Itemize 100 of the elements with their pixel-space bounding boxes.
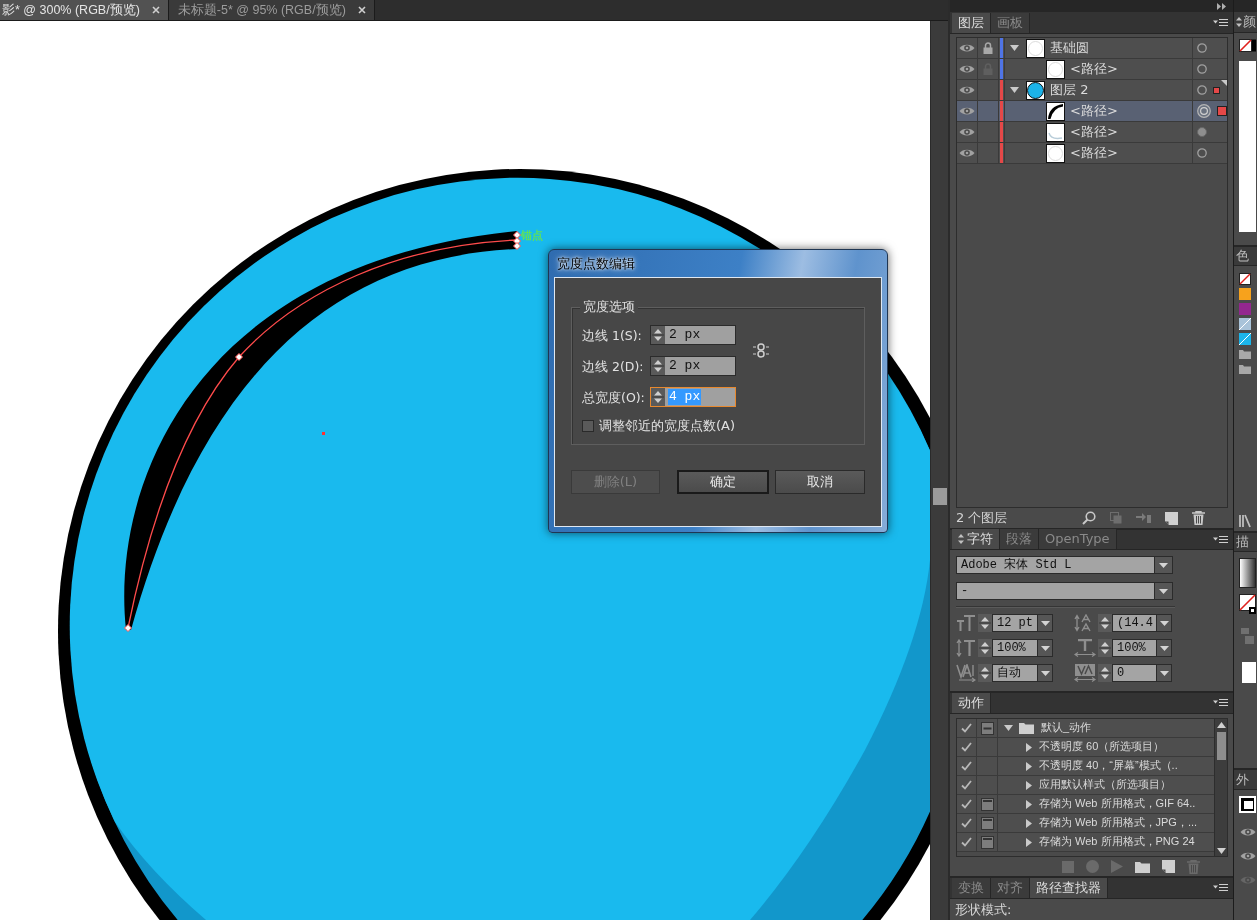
panel-tab[interactable]: 对齐 [991, 878, 1030, 898]
link-icon[interactable] [753, 343, 769, 358]
width-field[interactable]: 2 px [650, 356, 736, 376]
stepper-icon[interactable] [651, 388, 665, 406]
value-field[interactable]: (14.4 [1112, 614, 1157, 632]
panel-tab[interactable]: 字符 [952, 529, 1000, 549]
target-ring-icon[interactable] [1197, 64, 1207, 74]
color-swatch-icon[interactable] [1239, 288, 1251, 300]
dropdown-button[interactable] [1157, 664, 1172, 682]
font-family-field[interactable]: Adobe 宋体 Std L [956, 556, 1155, 574]
stepper-icon[interactable] [651, 357, 665, 375]
close-icon[interactable] [151, 6, 160, 14]
panel-menu-icon[interactable] [1213, 699, 1228, 707]
eye-icon[interactable] [1240, 851, 1256, 861]
value-field[interactable]: 0 [1112, 664, 1157, 682]
eye-icon[interactable] [959, 106, 975, 116]
cancel-button[interactable]: 取消 [775, 470, 865, 494]
value-field[interactable]: 自动 [992, 664, 1038, 682]
check-icon[interactable] [961, 723, 972, 733]
stepper-icon[interactable] [1098, 639, 1112, 657]
stepper-icon[interactable] [978, 614, 992, 632]
anchor-point-icon[interactable] [513, 242, 521, 250]
disclosure-triangle-icon[interactable] [1026, 799, 1032, 809]
dropdown-button[interactable] [1157, 614, 1172, 632]
dialog-toggle-icon[interactable] [980, 797, 994, 811]
stepper-icon[interactable] [1098, 664, 1112, 682]
document-tab[interactable]: 影* @ 300% (RGB/预览) [0, 0, 169, 20]
panel-tab[interactable]: 变换 [952, 878, 991, 898]
dropdown-button[interactable] [1038, 664, 1053, 682]
dropdown-button[interactable] [1038, 639, 1053, 657]
ok-button[interactable]: 确定 [677, 470, 769, 494]
panel-tab[interactable]: 色 [1236, 248, 1249, 264]
anchor-point-icon[interactable] [513, 237, 521, 245]
value-field[interactable]: 100% [992, 639, 1038, 657]
eye-icon[interactable] [959, 127, 975, 137]
scrollbar-thumb[interactable] [1216, 732, 1226, 760]
panel-menu-icon[interactable] [1213, 884, 1228, 892]
fill-stroke-icon[interactable] [1239, 39, 1256, 53]
layer-row[interactable]: 基础圆 [957, 38, 1227, 59]
panel-menu-icon[interactable] [1213, 18, 1228, 27]
disclosure-triangle-icon[interactable] [1026, 761, 1032, 771]
font-style-field[interactable]: - [956, 582, 1155, 600]
value-field[interactable]: 12 pt [992, 614, 1038, 632]
panel-menu-icon[interactable] [1213, 535, 1228, 544]
check-icon[interactable] [961, 818, 972, 828]
up-down-arrows-icon[interactable] [1236, 17, 1242, 27]
lock-icon[interactable] [983, 42, 993, 54]
eye-icon[interactable] [1240, 827, 1256, 837]
page-icon[interactable] [1165, 511, 1178, 525]
dialog-toggle-icon[interactable] [980, 835, 994, 849]
layer-row[interactable]: 图层 2 [957, 80, 1227, 101]
trash-icon[interactable] [1192, 511, 1205, 525]
selection-square-icon[interactable] [1217, 106, 1227, 116]
action-row[interactable]: 存储为 Web 所用格式，JPG，... [957, 814, 1214, 833]
color-spectrum[interactable] [1239, 61, 1256, 232]
layer-row[interactable]: <路径> [957, 143, 1227, 164]
check-icon[interactable] [961, 780, 972, 790]
dropdown-button[interactable] [1038, 614, 1053, 632]
target-ring-icon[interactable] [1197, 85, 1207, 95]
swatch-icon[interactable] [1239, 796, 1256, 813]
eye-icon[interactable] [959, 43, 975, 53]
panel-tab[interactable]: 画板 [991, 13, 1030, 33]
disclosure-triangle-icon[interactable] [1004, 725, 1013, 731]
check-icon[interactable] [961, 837, 972, 847]
target-ring-icon[interactable] [1197, 127, 1207, 137]
check-icon[interactable] [961, 799, 972, 809]
selection-square-icon[interactable] [1213, 86, 1220, 94]
eye-icon[interactable] [959, 148, 975, 158]
scrollbar[interactable] [1214, 719, 1227, 856]
layer-row[interactable]: <路径> [957, 122, 1227, 143]
target-ring-icon[interactable] [1197, 148, 1207, 158]
action-row[interactable]: 默认_动作 [957, 719, 1214, 738]
stepper-icon[interactable] [651, 326, 665, 344]
action-row[interactable]: 不透明度 60（所选项目） [957, 738, 1214, 757]
checkbox[interactable] [582, 419, 594, 432]
panel-tab[interactable]: OpenType [1039, 529, 1117, 549]
dialog-toggle-icon[interactable] [980, 816, 994, 830]
check-icon[interactable] [961, 761, 972, 771]
disclosure-triangle-icon[interactable] [1026, 780, 1032, 790]
target-ring-icon[interactable] [1197, 43, 1207, 53]
scrollbar-thumb[interactable] [932, 488, 947, 505]
swatch-tile[interactable] [1242, 662, 1256, 683]
eye-icon[interactable] [959, 64, 975, 74]
disclosure-triangle-icon[interactable] [1026, 837, 1032, 847]
folder-icon[interactable] [1135, 860, 1150, 873]
target-ring-icon[interactable] [1197, 104, 1211, 118]
width-field[interactable]: 2 px [650, 325, 736, 345]
anchor-point-icon[interactable] [513, 231, 521, 239]
value-field[interactable]: 100% [1112, 639, 1157, 657]
dropdown-button[interactable] [1155, 556, 1173, 574]
anchor-point-icon[interactable] [124, 624, 132, 632]
collapse-icon[interactable] [1217, 2, 1226, 10]
action-row[interactable]: 存储为 Web 所用格式，GIF 64.. [957, 795, 1214, 814]
folder-icon[interactable] [1239, 364, 1251, 374]
action-row[interactable]: 存储为 Web 所用格式，PNG 24 [957, 833, 1214, 852]
check-icon[interactable] [961, 742, 972, 752]
stepper-icon[interactable] [978, 639, 992, 657]
stepper-icon[interactable] [1098, 614, 1112, 632]
search-icon[interactable] [1082, 511, 1096, 525]
gradient-swatch[interactable] [1239, 558, 1256, 588]
